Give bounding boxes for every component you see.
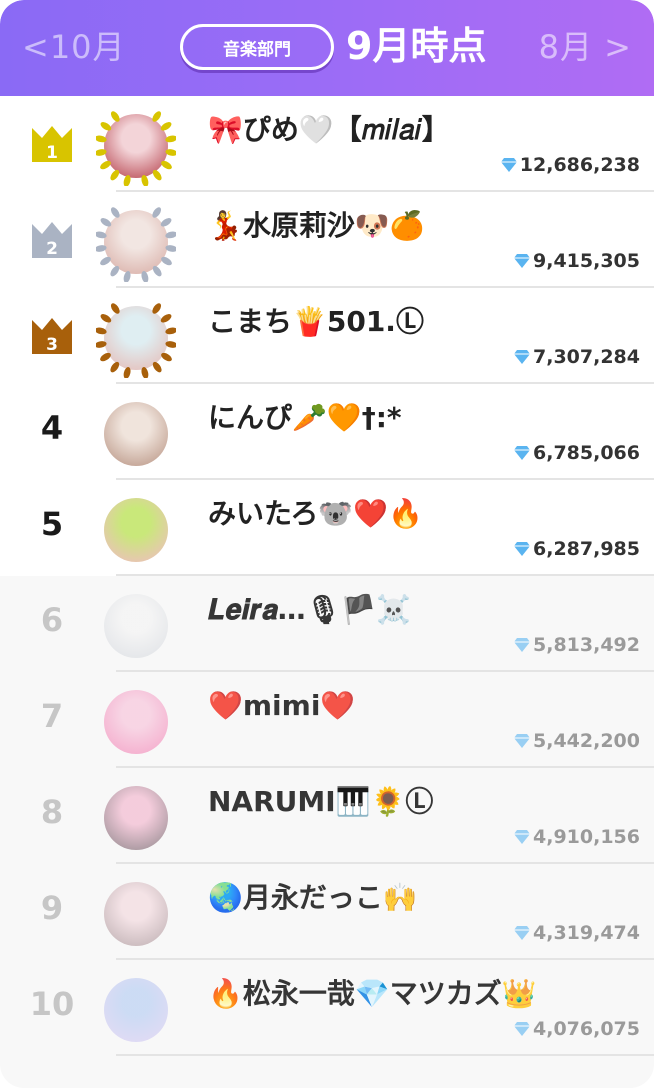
crown-icon: 2 — [32, 222, 72, 259]
laurel-wreath-icon — [96, 303, 176, 378]
score-number: 5,442,200 — [533, 730, 640, 752]
rank-number: 4 — [40, 409, 64, 447]
ranking-row[interactable]: 6 𝑳𝒆𝒊𝒓𝒂…🎙🏴☠️ 5,813,492 — [0, 576, 654, 672]
laurel-wreath-icon — [96, 207, 176, 282]
rank-number: 1 — [46, 143, 58, 163]
score-value: 6,785,066 — [513, 440, 640, 466]
score-number: 4,076,075 — [533, 1018, 640, 1040]
avatar — [104, 978, 168, 1042]
score-number: 6,785,066 — [533, 442, 640, 464]
avatar-container[interactable] — [96, 970, 176, 1050]
streamer-name: ❤️mimi❤️ — [208, 689, 356, 722]
rank-number: 5 — [40, 505, 64, 543]
avatar-container[interactable] — [96, 682, 176, 762]
crown-icon: 1 — [32, 126, 72, 163]
ranking-header: <10月 音楽部門 9月時点 8月 > — [0, 0, 654, 96]
avatar-container[interactable] — [96, 874, 176, 954]
row-divider — [116, 1054, 654, 1056]
diamond-icon — [500, 158, 517, 172]
diamond-icon — [514, 542, 531, 556]
score-value: 12,686,238 — [500, 152, 640, 178]
score-number: 5,813,492 — [533, 634, 640, 656]
crown-icon: 3 — [32, 318, 72, 355]
avatar-container[interactable] — [96, 202, 176, 282]
next-month-button[interactable]: 8月 > — [539, 26, 632, 68]
avatar-container[interactable] — [96, 394, 176, 474]
score-number: 4,910,156 — [533, 826, 640, 848]
ranking-row[interactable]: 4 にんぴ🥕🧡†:* 6,785,066 — [0, 384, 654, 480]
diamond-icon — [514, 350, 531, 364]
avatar — [104, 882, 168, 946]
avatar — [104, 786, 168, 850]
score-value: 4,910,156 — [513, 824, 640, 850]
diamond-icon — [514, 446, 531, 460]
avatar — [104, 690, 168, 754]
rank-number: 9 — [40, 889, 64, 927]
score-number: 12,686,238 — [519, 154, 640, 176]
rank-number: 2 — [46, 239, 58, 259]
ranking-row[interactable]: 7 ❤️mimi❤️ 5,442,200 — [0, 672, 654, 768]
ranking-row[interactable]: 10 🔥松永一哉💎マツカズ👑 4,076,075 — [0, 960, 654, 1056]
rank-number: 6 — [40, 601, 64, 639]
score-value: 9,415,305 — [513, 248, 640, 274]
rank-number: 7 — [40, 697, 64, 735]
ranking-row[interactable]: 3 こまち🍟501.Ⓛ 7,307,284 — [0, 288, 654, 384]
rank-number: 8 — [40, 793, 64, 831]
streamer-name: 𝑳𝒆𝒊𝒓𝒂…🎙🏴☠️ — [208, 593, 411, 626]
avatar — [104, 594, 168, 658]
rank-number: 10 — [29, 985, 75, 1023]
avatar-container[interactable] — [96, 490, 176, 570]
diamond-icon — [514, 254, 531, 268]
ranking-row[interactable]: 5 みいたろ🐨❤️🔥 6,287,985 — [0, 480, 654, 576]
score-value: 5,442,200 — [513, 728, 640, 754]
avatar-container[interactable] — [96, 586, 176, 666]
streamer-name: NARUMI🎹🌻Ⓛ — [208, 785, 434, 818]
score-value: 6,287,985 — [513, 536, 640, 562]
ranking-page: <10月 音楽部門 9月時点 8月 > 1 🎀ぴめ🤍【𝑚𝑖𝑙𝑎𝑖】 12,686,2… — [0, 0, 654, 1088]
diamond-icon — [514, 926, 531, 940]
streamer-name: 🔥松永一哉💎マツカズ👑 — [208, 977, 537, 1010]
streamer-name: こまち🍟501.Ⓛ — [208, 305, 424, 338]
diamond-icon — [514, 734, 531, 748]
score-number: 6,287,985 — [533, 538, 640, 560]
score-value: 5,813,492 — [513, 632, 640, 658]
score-value: 4,319,474 — [513, 920, 640, 946]
score-number: 7,307,284 — [533, 346, 640, 368]
score-number: 4,319,474 — [533, 922, 640, 944]
avatar — [104, 402, 168, 466]
streamer-name: 💃水原莉沙🐶🍊 — [208, 209, 425, 242]
diamond-icon — [514, 638, 531, 652]
avatar-container[interactable] — [96, 106, 176, 186]
avatar-container[interactable] — [96, 298, 176, 378]
category-button[interactable]: 音楽部門 — [180, 24, 334, 70]
diamond-icon — [514, 1022, 531, 1036]
score-number: 9,415,305 — [533, 250, 640, 272]
score-value: 4,076,075 — [513, 1016, 640, 1042]
prev-month-button[interactable]: <10月 — [22, 26, 126, 68]
diamond-icon — [514, 830, 531, 844]
avatar — [104, 498, 168, 562]
avatar-container[interactable] — [96, 778, 176, 858]
laurel-wreath-icon — [96, 111, 176, 186]
streamer-name: にんぴ🥕🧡†:* — [208, 401, 402, 434]
ranking-row[interactable]: 9 🌏月永だっこ🙌 4,319,474 — [0, 864, 654, 960]
score-value: 7,307,284 — [513, 344, 640, 370]
ranking-row[interactable]: 2 💃水原莉沙🐶🍊 9,415,305 — [0, 192, 654, 288]
streamer-name: 🌏月永だっこ🙌 — [208, 881, 418, 914]
ranking-row[interactable]: 8 NARUMI🎹🌻Ⓛ 4,910,156 — [0, 768, 654, 864]
page-title: 9月時点 — [346, 24, 487, 68]
streamer-name: 🎀ぴめ🤍【𝑚𝑖𝑙𝑎𝑖】 — [208, 113, 450, 146]
streamer-name: みいたろ🐨❤️🔥 — [208, 497, 423, 530]
ranking-row[interactable]: 1 🎀ぴめ🤍【𝑚𝑖𝑙𝑎𝑖】 12,686,238 — [0, 96, 654, 192]
rank-number: 3 — [46, 335, 58, 355]
